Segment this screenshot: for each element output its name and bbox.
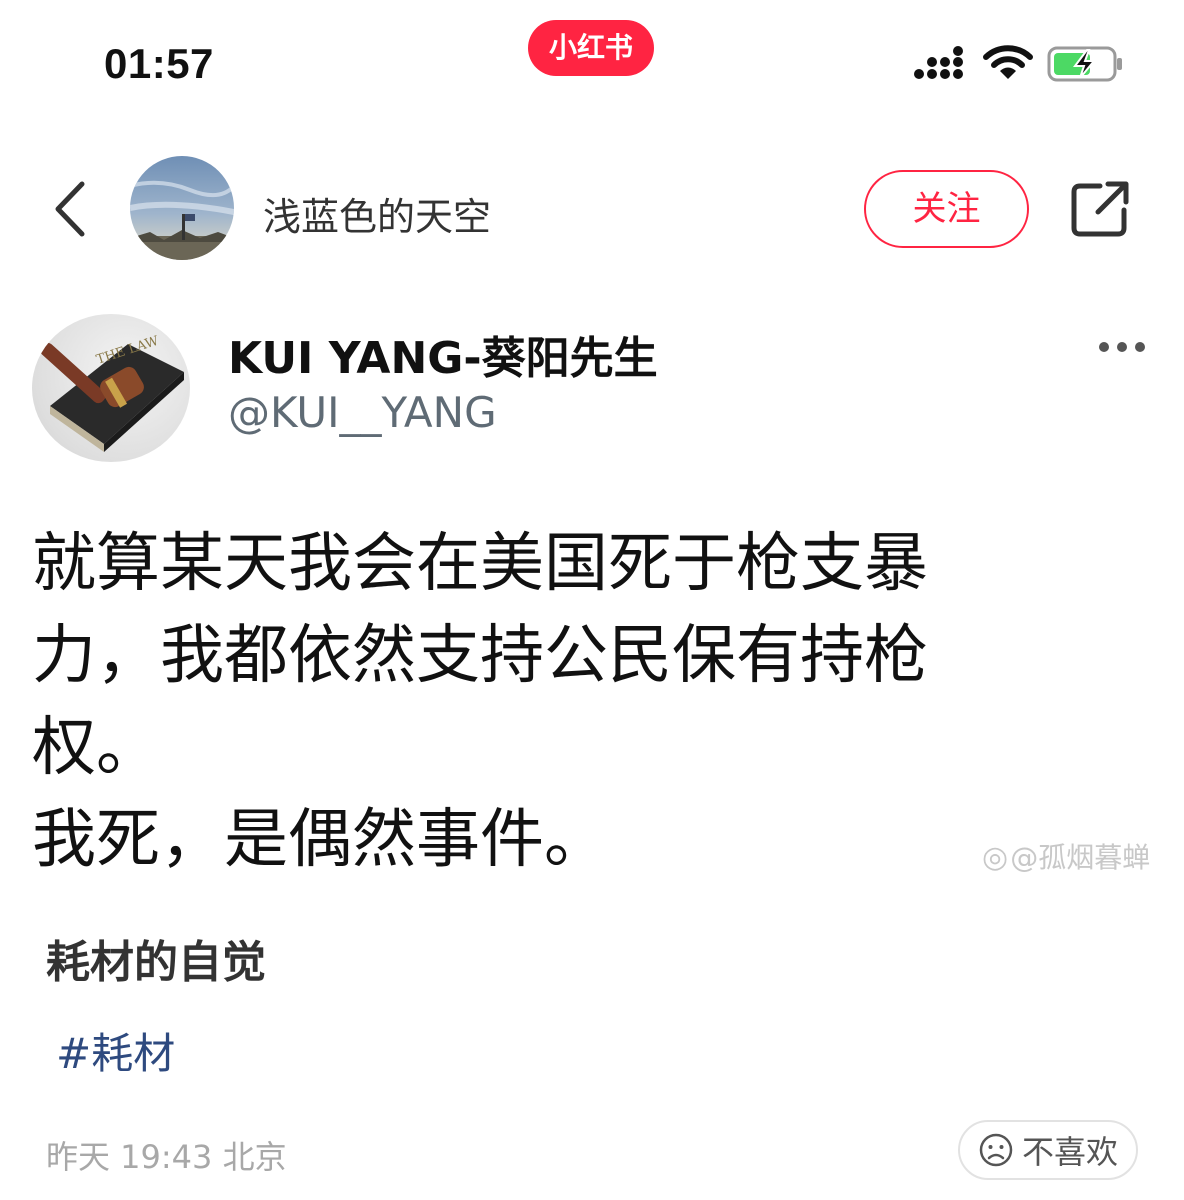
tweet-text: 就算某天我会在美国死于枪支暴 力，我都依然支持公民保有持枪 权。 我死，是偶然事… — [32, 518, 1112, 886]
sad-face-icon — [979, 1133, 1013, 1167]
app-badge: 小红书 — [528, 20, 654, 76]
tweet-line: 权。 — [32, 711, 160, 785]
signal-icon — [914, 46, 963, 79]
hashtag-link[interactable]: #耗材 — [56, 1020, 175, 1081]
dislike-label: 不喜欢 — [1021, 1133, 1118, 1171]
tweet-display-name: KUI YANG-葵阳先生 — [228, 333, 658, 384]
law-book-gavel-image: THE LAW — [40, 333, 184, 452]
author-name[interactable]: 浅蓝色的天空 — [263, 186, 491, 241]
tweet-line: 就算某天我会在美国死于枪支暴 — [32, 527, 928, 601]
weibo-icon: ◎ — [982, 840, 1009, 875]
share-icon[interactable] — [1070, 180, 1132, 238]
tweet-handle: @KUI__YANG — [228, 388, 497, 437]
sky-photo — [130, 180, 234, 260]
note-title: 耗材的自觉 — [46, 937, 266, 988]
follow-button[interactable]: 关注 — [864, 170, 1029, 248]
dislike-button[interactable]: 不喜欢 — [958, 1120, 1138, 1180]
weibo-watermark: ◎@孤烟暮蝉 — [982, 836, 1150, 876]
tweet-line: 我死，是偶然事件。 — [32, 803, 608, 877]
post-meta: 昨天 19:43 北京 — [46, 1138, 287, 1176]
author-avatar[interactable] — [130, 156, 234, 260]
note-detail-screen: 01:57 小红书 浅蓝色的天空 关注 THE LAW KUI YANG-葵阳先… — [0, 0, 1184, 1200]
tweet-author-avatar: THE LAW — [32, 314, 190, 462]
more-icon[interactable] — [1098, 340, 1146, 354]
battery-charging-icon — [1047, 46, 1122, 82]
watermark-text: @孤烟暮蝉 — [1010, 841, 1151, 874]
wifi-icon — [983, 45, 1033, 79]
status-time: 01:57 — [104, 40, 214, 87]
tweet-line: 力，我都依然支持公民保有持枪 — [32, 619, 928, 693]
back-chevron-icon[interactable] — [50, 180, 90, 238]
